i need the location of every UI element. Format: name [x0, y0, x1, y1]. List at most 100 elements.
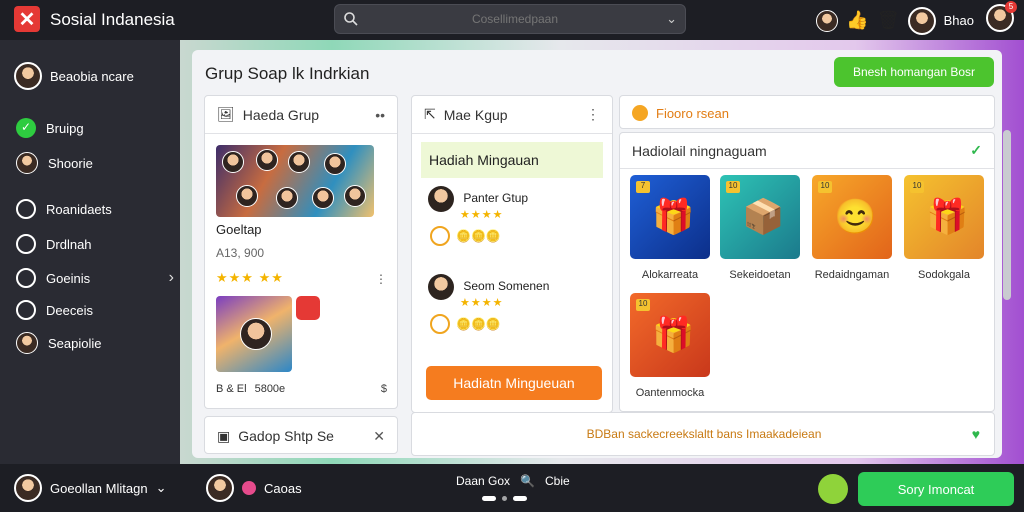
scrollbar[interactable] — [1003, 130, 1011, 300]
circle-icon — [16, 234, 36, 254]
sidebar: Beaobia ncare Bruipg Shoorie Roanidaets … — [0, 40, 180, 464]
sidebar-item-label: Shoorie — [48, 155, 93, 171]
notice-bar[interactable]: BDBan sackecreekslaltt bans Imaakadeiean… — [411, 412, 995, 456]
search-bar[interactable]: ⌄ — [334, 4, 686, 34]
sidebar-item-label: Seapiolie — [48, 335, 102, 351]
folder-icon: ▣ — [217, 427, 231, 444]
coin-row: 🪙🪙🪙 — [430, 226, 501, 246]
weekly-highlight: Hadiah Mingauan — [421, 142, 603, 178]
search-icon[interactable]: 🔍 — [520, 474, 535, 488]
package-icon: 📦 — [742, 198, 785, 236]
sidebar-item-seapiolie[interactable]: Seapiolie — [16, 332, 174, 354]
bottom-user-name: Goeollan Mlitagn — [50, 480, 148, 496]
gift-box-icon: 🎁 — [926, 198, 969, 236]
main-panel: Grup Soap lk Indrkian Bnesh homangan Bos… — [192, 50, 1002, 458]
gift-item[interactable]: 10 🎁 — [630, 293, 710, 377]
notification-avatar[interactable]: 5 — [986, 1, 1017, 37]
group-card-header: 🖼 Haeda Grup •• — [205, 96, 397, 134]
bottom-user[interactable]: Goeollan Mlitagn ⌄ — [14, 474, 166, 502]
page-indicator[interactable] — [482, 496, 527, 501]
sidebar-item-deeceis[interactable]: Deeceis — [16, 300, 174, 320]
sidebar-item-roanidaets[interactable]: Roanidaets — [16, 199, 174, 219]
chevron-down-icon[interactable]: ⌄ — [666, 11, 677, 27]
group-meta: A13, 900 — [216, 246, 265, 260]
chat-button[interactable]: Caoas — [206, 474, 302, 502]
leaderboard-entry[interactable]: Seom Somenen ★★★★ — [428, 274, 549, 309]
user-avatar-icon — [16, 152, 38, 174]
image-icon: 🖼 — [217, 106, 235, 122]
gift-item[interactable]: 10 😊 — [812, 175, 892, 259]
heart-check-icon[interactable]: ♥ — [972, 426, 980, 442]
sidebar-item-label: Drdlnah — [46, 236, 92, 252]
sidebar-item-bruipg[interactable]: Bruipg — [16, 118, 174, 138]
reward-banner[interactable]: Fiooro rsean — [619, 95, 995, 129]
gift-box-icon: 🎁 — [652, 316, 695, 354]
search-icon — [344, 12, 358, 26]
group-stat-a: B & El — [216, 383, 247, 395]
group-chip[interactable]: ▣ Gadop Shtp Se ✕ — [204, 416, 398, 454]
leaderboard-entry[interactable]: Panter Gtup ★★★★ — [428, 186, 528, 221]
sidebar-item-goeinis[interactable]: Goeinis › — [16, 268, 174, 288]
badge-icon — [296, 296, 320, 320]
coin-icon — [430, 314, 450, 334]
gift-label: Sodokgala — [918, 269, 970, 281]
more-icon[interactable]: •• — [375, 107, 385, 123]
weekly-card: ⇱ Mae Kgup ⋮ Hadiah Mingauan Panter Gtup… — [411, 95, 613, 413]
currency-icon: $ — [380, 383, 387, 395]
notification-badge: 5 — [1005, 1, 1017, 13]
gift-item[interactable]: 7 🎁 — [630, 175, 710, 259]
sidebar-item-label: Deeceis — [46, 302, 93, 318]
reward-banner-label: Fiooro rsean — [656, 105, 729, 121]
bottom-action-button[interactable]: Sory Imoncat — [858, 472, 1014, 506]
primary-action-button[interactable]: Bnesh homangan Bosr — [834, 57, 994, 87]
sidebar-user-name: Beaobia ncare — [50, 68, 134, 84]
center-label-a[interactable]: Daan Gox — [456, 474, 510, 488]
search-input[interactable] — [375, 9, 655, 29]
gift-label: Sekeidoetan — [729, 269, 791, 281]
check-icon[interactable]: ✓ — [970, 142, 982, 159]
gift-label: Redaidngaman — [814, 269, 890, 281]
share-icon: ⇱ — [424, 106, 436, 122]
thumbs-up-icon[interactable]: 👍 — [846, 10, 868, 31]
sidebar-item-shoorie[interactable]: Shoorie — [16, 152, 174, 174]
check-circle-icon — [16, 118, 36, 138]
close-icon[interactable]: ✕ — [373, 428, 385, 445]
card-title: Mae Kgup — [443, 106, 508, 123]
user-avatar[interactable] — [907, 6, 936, 35]
gift-box-icon: 🎁 — [652, 198, 695, 236]
sidebar-item-label: Goeinis — [46, 270, 91, 286]
app-logo-icon[interactable]: ✕ — [14, 6, 40, 32]
user-avatar-icon — [16, 332, 38, 354]
group-photo[interactable] — [216, 145, 374, 217]
member-photo[interactable] — [216, 296, 292, 372]
friend-avatar[interactable] — [816, 9, 839, 32]
more-vertical-icon[interactable]: ⋮ — [586, 106, 600, 123]
sidebar-item-label: Roanidaets — [46, 201, 112, 217]
group-card: 🖼 Haeda Grup •• Goeltap A13, 900 ★★★ ★★ … — [204, 95, 398, 409]
center-label-b[interactable]: Cbie — [545, 474, 570, 488]
chevron-right-icon: › — [168, 269, 174, 286]
page-title: Grup Soap lk Indrkian — [205, 64, 370, 83]
weekly-reward-button[interactable]: Hadiatn Mingueuan — [426, 366, 602, 400]
avatar — [14, 474, 42, 502]
trash-icon[interactable]: 🗑 — [877, 10, 900, 31]
avatar — [428, 186, 454, 212]
avatar — [206, 474, 234, 502]
more-vertical-icon[interactable]: ⋮ — [375, 272, 387, 286]
group-name: Goeltap — [216, 222, 262, 237]
notice-text: BDBan sackecreekslaltt bans Imaakadeiean — [586, 427, 822, 441]
sidebar-user[interactable]: Beaobia ncare — [14, 62, 134, 90]
coin-icon — [430, 226, 450, 246]
sidebar-item-label: Bruipg — [46, 120, 84, 136]
gift-item[interactable]: 10 📦 — [720, 175, 800, 259]
chip-label: Gadop Shtp Se — [238, 428, 334, 444]
top-user-name[interactable]: Bhao — [944, 13, 974, 28]
card-title: Hadiolail ningnaguam — [632, 142, 767, 159]
gift-item[interactable]: 10 🎁 — [904, 175, 984, 259]
circle-icon — [16, 300, 36, 320]
leaf-icon[interactable] — [818, 474, 848, 504]
status-dot-icon — [242, 481, 256, 495]
coin-row: 🪙🪙🪙 — [430, 314, 501, 334]
sidebar-item-drdlnah[interactable]: Drdlnah — [16, 234, 174, 254]
smiley-icon: 😊 — [834, 198, 877, 236]
